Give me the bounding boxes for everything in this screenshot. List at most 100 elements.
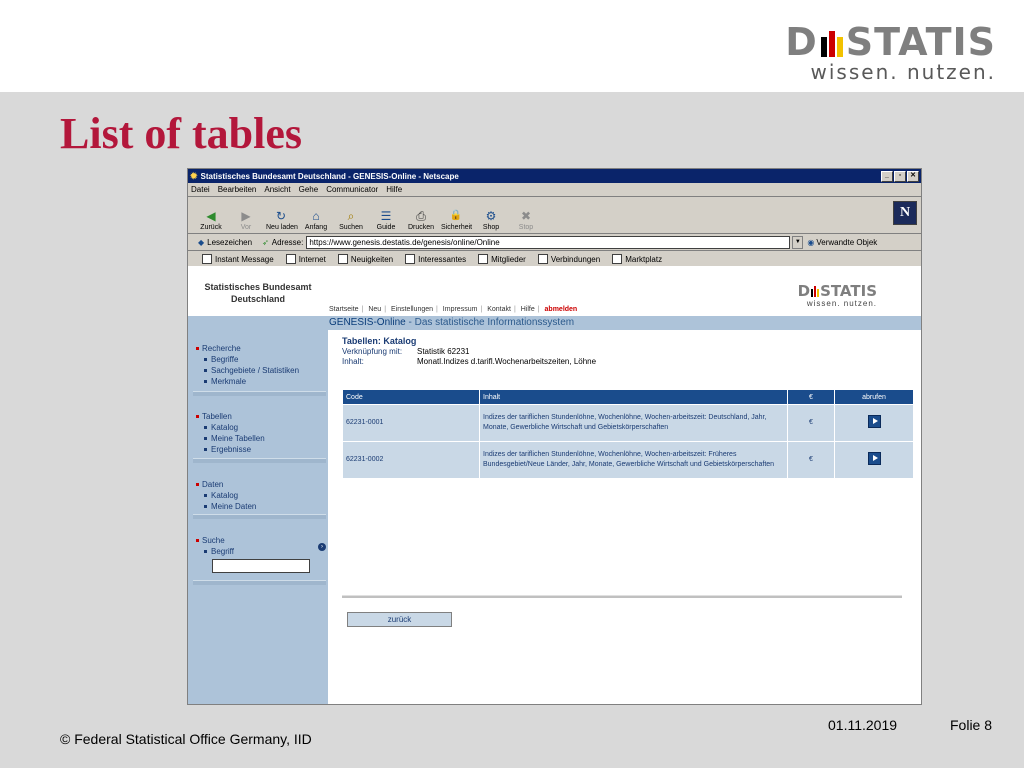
sidebar-item-tabellen-katalog[interactable]: Katalog: [196, 422, 321, 433]
related-icon: ◉: [807, 237, 815, 247]
address-dropdown-icon[interactable]: ▼: [792, 235, 804, 249]
menu-hilfe[interactable]: Hilfe: [386, 185, 402, 194]
personal-link-interessantes[interactable]: Interessantes: [405, 253, 466, 264]
link-label: Verknüpfung mit:: [342, 347, 403, 356]
nav-einstellungen[interactable]: Einstellungen: [391, 306, 433, 313]
table-cell-inhalt: Indizes der tariflichen Stundenlöhne, Wo…: [479, 441, 788, 479]
content-label: Inhalt:: [342, 357, 364, 366]
link-page-icon: [612, 253, 623, 264]
sidebar-item-begriff[interactable]: Begriff: [196, 546, 321, 557]
retrieve-play-icon[interactable]: [867, 414, 881, 428]
sidebar-item-daten-katalog[interactable]: Katalog: [196, 490, 321, 501]
link-page-icon: [202, 253, 212, 264]
content-divider: [342, 595, 902, 598]
forward-arrow-icon: ▶: [241, 209, 251, 223]
site-logo-tagline: wissen. nutzen.: [806, 299, 877, 308]
menu-bar: Datei Bearbeiten Ansicht Gehe Communicat…: [188, 183, 921, 197]
close-button[interactable]: ✕: [907, 170, 919, 182]
nav-startseite[interactable]: Startseite: [329, 306, 359, 313]
table-row: 62231-0001 Indizes der tariflichen Stund…: [342, 404, 914, 442]
sidebar-item-begriffe[interactable]: Begriffe: [196, 354, 321, 365]
location-icon: ➶: [262, 237, 269, 247]
slide-header-band: D STATIS wissen. nutzen.: [0, 0, 1024, 92]
sidebar-section-recherche: Recherche Begriffe Sachgebiete / Statist…: [196, 344, 321, 387]
table-cell-euro: €: [787, 441, 835, 479]
navigation-toolbar: ◀ Zurück ▶ Vor ↻ Neu laden ⌂ Anfang ⌕ Suchen …: [188, 197, 921, 234]
site-nav: Startseite | Neu | Einstellungen | Impressu…: [329, 306, 578, 313]
nav-kontakt[interactable]: Kontakt: [487, 306, 511, 313]
menu-communicator[interactable]: Communicator: [326, 185, 378, 194]
column-header-code: Code: [342, 389, 480, 405]
personal-link-verbindungen[interactable]: Verbindungen: [537, 253, 600, 264]
logo-bars-icon: [820, 31, 843, 57]
back-button[interactable]: ◀ Zurück: [196, 208, 226, 233]
nav-impressum[interactable]: Impressum: [443, 306, 478, 313]
site-destatis-logo: D STATIS wissen. nutzen.: [797, 282, 877, 309]
related-button[interactable]: Verwandte Objek: [816, 238, 877, 247]
column-header-abrufen: abrufen: [834, 389, 914, 405]
table-cell-code: 62231-0001: [342, 404, 480, 442]
bookmarks-icon: ◆: [198, 237, 205, 247]
address-input[interactable]: https://www.genesis.destatis.de/genesis/…: [306, 235, 791, 249]
search-input[interactable]: [212, 559, 310, 573]
search-icon: ⌕: [347, 209, 355, 223]
sidebar-section-tabellen: Tabellen Katalog Meine Tabellen Ergebnis…: [196, 412, 321, 455]
sidebar-item-meine-daten[interactable]: Meine Daten: [196, 501, 321, 512]
sidebar-item-merkmale[interactable]: Merkmale: [196, 376, 321, 387]
netscape-n-logo-icon[interactable]: N: [893, 201, 917, 225]
sidebar-item-meine-tabellen[interactable]: Meine Tabellen: [196, 433, 321, 444]
guide-button[interactable]: ☰ Guide: [371, 208, 401, 233]
guide-icon: ☰: [380, 209, 392, 223]
lock-icon: 🔒: [449, 210, 463, 221]
genesis-title: GENESIS-Online: [329, 317, 406, 328]
footer-copyright: © Federal Statistical Office Germany, II…: [60, 731, 312, 747]
browser-window: ✹ Statistisches Bundesamt Deutschland - …: [187, 168, 922, 705]
sidebar-divider: [193, 580, 326, 585]
sidebar-item-ergebnisse[interactable]: Ergebnisse: [196, 444, 321, 455]
sidebar-item-sachgebiete[interactable]: Sachgebiete / Statistiken: [196, 365, 321, 376]
personal-link-mitglieder[interactable]: Mitglieder: [478, 253, 526, 264]
minimize-button[interactable]: _: [881, 170, 893, 182]
personal-link-instant-message[interactable]: Instant Message: [202, 253, 274, 264]
personal-link-internet[interactable]: Internet: [285, 253, 326, 264]
forward-button[interactable]: ▶ Vor: [231, 208, 261, 233]
retrieve-play-icon[interactable]: [867, 451, 881, 465]
sidebar-divider: [193, 458, 326, 463]
content-row: Inhalt: Monatl.Indizes d.tarifl.Wochenar…: [342, 357, 916, 367]
logo-word-statis: STATIS: [845, 20, 996, 64]
shop-icon: ⚙: [485, 209, 497, 223]
sidebar-section-suche: Suche Begriff: [196, 536, 321, 557]
search-button[interactable]: ⌕ Suchen: [336, 208, 366, 233]
link-value: Statistik 62231: [417, 347, 470, 356]
back-arrow-icon: ◀: [206, 209, 216, 223]
stop-button[interactable]: ✖ Stop: [511, 208, 541, 233]
menu-ansicht[interactable]: Ansicht: [264, 185, 290, 194]
menu-bearbeiten[interactable]: Bearbeiten: [218, 185, 257, 194]
personal-link-marktplatz[interactable]: Marktplatz: [612, 253, 662, 264]
sidebar-heading: Tabellen: [196, 412, 321, 422]
link-page-icon: [405, 253, 416, 264]
menu-datei[interactable]: Datei: [191, 185, 210, 194]
logout-link[interactable]: abmelden: [545, 306, 578, 313]
home-button[interactable]: ⌂ Anfang: [301, 208, 331, 233]
back-button-zurueck[interactable]: zurück: [347, 612, 452, 627]
footer-date: 01.11.2019: [828, 717, 898, 733]
print-button[interactable]: ⎙ Drucken: [406, 208, 436, 233]
nav-hilfe[interactable]: Hilfe: [521, 306, 535, 313]
security-button[interactable]: 🔒 Sicherheit: [441, 208, 472, 233]
search-go-icon[interactable]: ›: [318, 543, 326, 551]
personal-link-neuigkeiten[interactable]: Neuigkeiten: [337, 253, 393, 264]
maximize-button[interactable]: ▫: [894, 170, 906, 182]
genesis-subtitle: - Das statistische Informationssystem: [408, 317, 575, 328]
table-cell-abrufen: [834, 404, 914, 442]
sidebar-heading: Daten: [196, 480, 321, 490]
menu-gehe[interactable]: Gehe: [299, 185, 319, 194]
bookmarks-button[interactable]: Lesezeichen: [207, 238, 252, 247]
sidebar-heading: Recherche: [196, 344, 321, 354]
link-page-icon: [478, 253, 489, 264]
shop-button[interactable]: ⚙ Shop: [476, 208, 506, 233]
table-row: 62231-0002 Indizes der tariflichen Stund…: [342, 441, 914, 479]
reload-button[interactable]: ↻ Neu laden: [266, 208, 298, 233]
sidebar-heading: Suche: [196, 536, 321, 546]
nav-neu[interactable]: Neu: [368, 306, 381, 313]
